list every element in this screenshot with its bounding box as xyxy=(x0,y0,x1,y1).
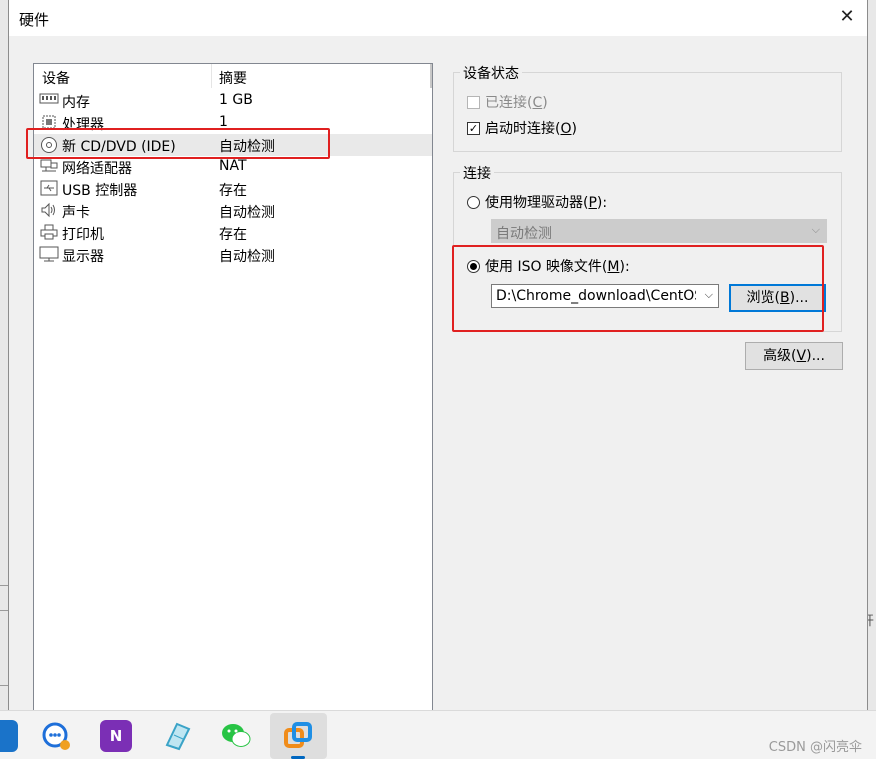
connected-checkbox[interactable]: 已连接(C) xyxy=(467,92,548,112)
device-summary: 1 GB xyxy=(219,92,253,108)
device-row-processor[interactable]: 处理器 1 xyxy=(34,112,432,134)
physical-drive-value: 自动检测 xyxy=(496,226,552,242)
chat-bubble-icon[interactable] xyxy=(40,720,72,752)
taskbar: N CSDN @闪亮伞 xyxy=(0,710,876,759)
physical-drive-select: 自动检测 ⌵ xyxy=(491,219,827,243)
hardware-dialog: 硬件 ✕ 设备 摘要 内存 1 GB 处理器 1 新 CD/DVD (IDE) … xyxy=(8,0,868,715)
device-list[interactable]: 设备 摘要 内存 1 GB 处理器 1 新 CD/DVD (IDE) 自动检测 xyxy=(33,63,433,713)
wechat-icon[interactable] xyxy=(220,720,252,752)
device-row-network[interactable]: 网络适配器 NAT xyxy=(34,156,432,178)
device-name: 打印机 xyxy=(62,227,104,243)
device-summary: 自动检测 xyxy=(219,205,275,221)
onenote-icon[interactable]: N xyxy=(100,720,132,752)
device-summary: 存在 xyxy=(219,183,247,199)
checkbox-box xyxy=(467,95,480,109)
column-header-summary[interactable]: 摘要 xyxy=(219,68,247,88)
device-row-display[interactable]: 显示器 自动检测 xyxy=(34,244,432,266)
column-header-device[interactable]: 设备 xyxy=(42,68,70,88)
cd-dvd-icon xyxy=(39,136,59,154)
printer-icon xyxy=(39,224,59,242)
device-row-sound[interactable]: 声卡 自动检测 xyxy=(34,200,432,222)
iso-path-value[interactable]: D:\Chrome_download\CentOS- xyxy=(496,288,696,304)
device-name: 声卡 xyxy=(62,205,90,221)
notepad-icon[interactable] xyxy=(161,720,193,752)
iso-image-radio[interactable]: 使用 ISO 映像文件(M): xyxy=(467,256,630,276)
device-name: 显示器 xyxy=(62,249,104,265)
device-name: 网络适配器 xyxy=(62,161,132,177)
processor-icon xyxy=(39,114,59,132)
list-scroll-edge xyxy=(430,64,432,88)
connect-at-power-on-label: 启动时连接(O) xyxy=(485,121,577,137)
usb-icon xyxy=(39,180,59,198)
iso-image-label: 使用 ISO 映像文件(M): xyxy=(485,259,630,275)
physical-drive-label: 使用物理驱动器(P): xyxy=(485,195,608,211)
chevron-down-icon: ⌵ xyxy=(811,223,820,236)
device-row-memory[interactable]: 内存 1 GB xyxy=(34,90,432,112)
connect-at-power-on-checkbox[interactable]: ✓ 启动时连接(O) xyxy=(467,118,577,138)
checkmark-icon: ✓ xyxy=(467,121,480,135)
title-bar: 硬件 ✕ xyxy=(9,0,867,36)
chevron-down-icon[interactable]: ⌵ xyxy=(705,288,713,302)
browse-button[interactable]: 浏览(B)... xyxy=(729,284,826,312)
vmware-icon[interactable] xyxy=(282,720,314,752)
device-summary: 1 xyxy=(219,114,228,130)
radio-circle-selected xyxy=(467,259,480,273)
connection-legend: 连接 xyxy=(460,163,494,183)
device-name: USB 控制器 xyxy=(62,183,138,199)
device-status-legend: 设备状态 xyxy=(460,63,522,83)
memory-icon xyxy=(39,92,59,110)
device-name: 新 CD/DVD (IDE) xyxy=(62,139,176,155)
device-summary: 自动检测 xyxy=(219,249,275,265)
device-name: 处理器 xyxy=(62,117,104,133)
device-summary: NAT xyxy=(219,158,247,174)
physical-drive-radio[interactable]: 使用物理驱动器(P): xyxy=(467,192,607,212)
advanced-button[interactable]: 高级(V)... xyxy=(745,342,843,370)
device-name: 内存 xyxy=(62,95,90,111)
display-icon xyxy=(39,246,59,264)
device-row-cd-dvd[interactable]: 新 CD/DVD (IDE) 自动检测 xyxy=(34,134,432,156)
connected-label: 已连接(C) xyxy=(485,95,548,111)
dialog-title: 硬件 xyxy=(19,11,50,29)
device-row-printer[interactable]: 打印机 存在 xyxy=(34,222,432,244)
device-summary: 存在 xyxy=(219,227,247,243)
sound-card-icon xyxy=(39,202,59,220)
network-adapter-icon xyxy=(39,158,59,176)
radio-circle xyxy=(467,195,480,209)
watermark: CSDN @闪亮伞 xyxy=(768,740,862,755)
file-explorer-icon[interactable] xyxy=(0,720,18,752)
device-row-usb[interactable]: USB 控制器 存在 xyxy=(34,178,432,200)
column-separator[interactable] xyxy=(211,64,212,88)
close-icon[interactable]: ✕ xyxy=(837,6,857,27)
device-summary: 自动检测 xyxy=(219,139,275,155)
device-status-group: 设备状态 xyxy=(453,63,842,152)
device-list-header: 设备 摘要 xyxy=(34,64,432,88)
iso-path-combobox[interactable]: D:\Chrome_download\CentOS- ⌵ xyxy=(491,284,719,308)
